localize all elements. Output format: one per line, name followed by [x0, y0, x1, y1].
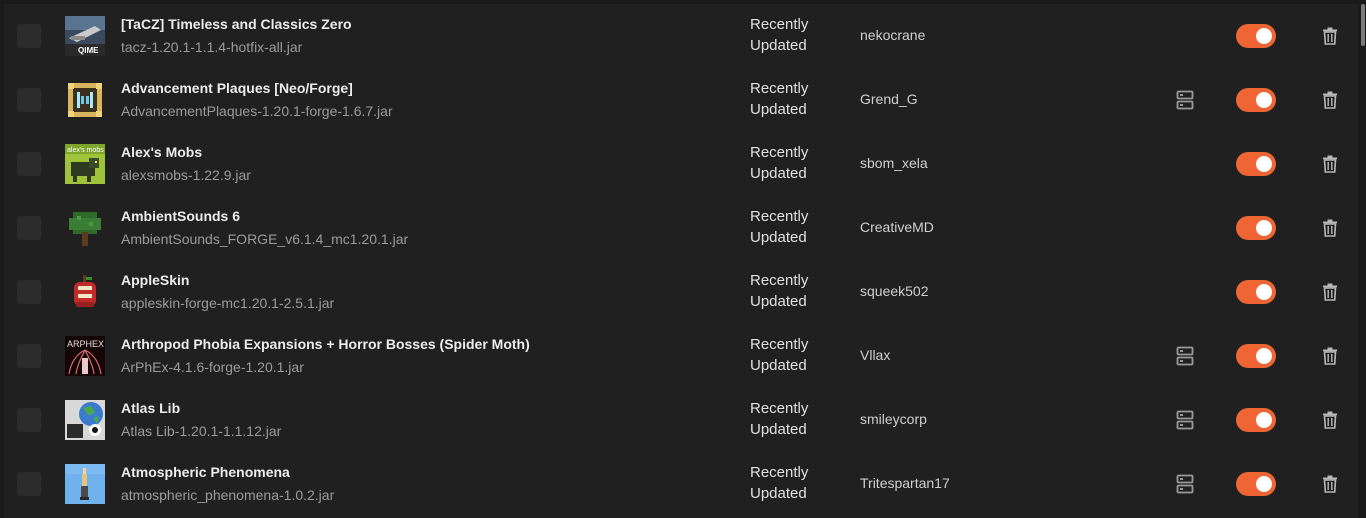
- mod-filename: Atlas Lib-1.20.1-1.1.12.jar: [121, 423, 282, 439]
- mod-filename: AdvancementPlaques-1.20.1-forge-1.6.7.ja…: [121, 103, 393, 119]
- enable-toggle[interactable]: [1236, 408, 1276, 432]
- trash-icon[interactable]: [1322, 283, 1338, 301]
- server-icon[interactable]: [1176, 346, 1194, 366]
- tacz-mod-icon: QIME: [65, 16, 105, 56]
- mod-row[interactable]: AmbientSounds 6 AmbientSounds_FORGE_v6.1…: [4, 196, 1358, 260]
- mod-author: sbom_xela: [860, 155, 928, 171]
- toggle-knob: [1256, 476, 1272, 492]
- mod-row[interactable]: QIME [TaCZ] Timeless and Classics Zero t…: [4, 4, 1358, 68]
- trash-icon[interactable]: [1322, 411, 1338, 429]
- tacz-icon-label: QIME: [78, 46, 99, 55]
- mod-name: [TaCZ] Timeless and Classics Zero: [121, 16, 352, 32]
- select-checkbox[interactable]: [17, 24, 41, 48]
- trash-icon[interactable]: [1322, 219, 1338, 237]
- toggle-knob: [1256, 92, 1272, 108]
- update-status: Recently Updated: [750, 80, 809, 118]
- mod-filename: AmbientSounds_FORGE_v6.1.4_mc1.20.1.jar: [121, 231, 409, 247]
- mod-author: Tritespartan17: [860, 475, 950, 491]
- mod-row[interactable]: Atlas Lib Atlas Lib-1.20.1-1.1.12.jar Re…: [4, 388, 1358, 452]
- update-status: Recently Updated: [750, 272, 809, 310]
- toggle-knob: [1256, 220, 1272, 236]
- mod-filename: atmospheric_phenomena-1.0.2.jar: [121, 487, 335, 503]
- atlas-lib-mod-icon: [65, 400, 105, 440]
- mod-row[interactable]: Advancement Plaques [Neo/Forge] Advancem…: [4, 68, 1358, 132]
- mod-filename: tacz-1.20.1-1.1.4-hotfix-all.jar: [121, 39, 303, 55]
- toggle-knob: [1256, 348, 1272, 364]
- arphex-mod-icon: ARPHEX: [65, 336, 105, 376]
- enable-toggle[interactable]: [1236, 24, 1276, 48]
- trash-icon[interactable]: [1322, 27, 1338, 45]
- trash-icon[interactable]: [1322, 155, 1338, 173]
- mod-name: AppleSkin: [121, 272, 190, 288]
- mod-author: CreativeMD: [860, 219, 934, 235]
- update-status: Recently Updated: [750, 464, 809, 502]
- trash-icon[interactable]: [1322, 475, 1338, 493]
- enable-toggle[interactable]: [1236, 88, 1276, 112]
- enable-toggle[interactable]: [1236, 344, 1276, 368]
- scrollbar[interactable]: [1360, 0, 1366, 518]
- update-status: Recently Updated: [750, 144, 809, 182]
- select-checkbox[interactable]: [17, 152, 41, 176]
- advancement-plaques-mod-icon: [65, 80, 105, 120]
- mod-author: Vllax: [860, 347, 891, 363]
- appleskin-mod-icon: [65, 272, 105, 312]
- mod-name: AmbientSounds 6: [121, 208, 241, 224]
- mod-filename: appleskin-forge-mc1.20.1-2.5.1.jar: [121, 295, 335, 311]
- mod-filename: alexsmobs-1.22.9.jar: [121, 167, 251, 183]
- server-icon[interactable]: [1176, 410, 1194, 430]
- toggle-knob: [1256, 28, 1272, 44]
- mod-row[interactable]: AppleSkin appleskin-forge-mc1.20.1-2.5.1…: [4, 260, 1358, 324]
- mod-name: Arthropod Phobia Expansions + Horror Bos…: [121, 336, 530, 352]
- update-status: Recently Updated: [750, 16, 809, 54]
- update-status: Recently Updated: [750, 336, 809, 374]
- mod-list: QIME [TaCZ] Timeless and Classics Zero t…: [4, 4, 1358, 518]
- select-checkbox[interactable]: [17, 88, 41, 112]
- mod-row[interactable]: ARPHEX Arthropod Phobia Expansions + Hor…: [4, 324, 1358, 388]
- enable-toggle[interactable]: [1236, 216, 1276, 240]
- enable-toggle[interactable]: [1236, 152, 1276, 176]
- select-checkbox[interactable]: [17, 216, 41, 240]
- trash-icon[interactable]: [1322, 347, 1338, 365]
- mod-name: Alex's Mobs: [121, 144, 203, 160]
- mod-filename: ArPhEx-4.1.6-forge-1.20.1.jar: [121, 359, 304, 375]
- mod-author: Grend_G: [860, 91, 918, 107]
- mod-author: squeek502: [860, 283, 929, 299]
- toggle-knob: [1256, 156, 1272, 172]
- update-status: Recently Updated: [750, 400, 809, 438]
- scrollbar-thumb[interactable]: [1361, 4, 1365, 46]
- select-checkbox[interactable]: [17, 280, 41, 304]
- mod-name: Atmospheric Phenomena: [121, 464, 290, 480]
- toggle-knob: [1256, 412, 1272, 428]
- select-checkbox[interactable]: [17, 472, 41, 496]
- mod-name: Atlas Lib: [121, 400, 181, 416]
- enable-toggle[interactable]: [1236, 280, 1276, 304]
- toggle-knob: [1256, 284, 1272, 300]
- mod-row[interactable]: alex's mobs Alex's Mobs alexsmobs-1.22.9…: [4, 132, 1358, 196]
- mod-author: smileycorp: [860, 411, 927, 427]
- mod-name: Advancement Plaques [Neo/Forge]: [121, 80, 353, 96]
- update-status: Recently Updated: [750, 208, 809, 246]
- ambientsounds-mod-icon: [65, 208, 105, 248]
- select-checkbox[interactable]: [17, 344, 41, 368]
- mod-author: nekocrane: [860, 27, 926, 43]
- alexs-mobs-mod-icon: alex's mobs: [65, 144, 105, 184]
- alexs-mobs-icon-label: alex's mobs: [67, 147, 104, 154]
- arphex-icon-label: ARPHEX: [67, 339, 104, 349]
- select-checkbox[interactable]: [17, 408, 41, 432]
- enable-toggle[interactable]: [1236, 472, 1276, 496]
- trash-icon[interactable]: [1322, 91, 1338, 109]
- server-icon[interactable]: [1176, 474, 1194, 494]
- mod-row[interactable]: Atmospheric Phenomena atmospheric_phenom…: [4, 452, 1358, 516]
- atmospheric-phenomena-mod-icon: [65, 464, 105, 504]
- server-icon[interactable]: [1176, 90, 1194, 110]
